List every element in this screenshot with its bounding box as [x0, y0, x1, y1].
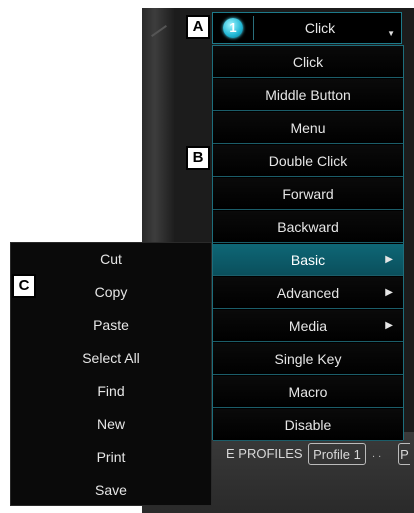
- submenu-item-paste[interactable]: Paste: [11, 309, 211, 342]
- assignment-menu: Click Middle Button Menu Double Click Fo…: [212, 45, 404, 441]
- menu-item-label: Middle Button: [265, 87, 351, 103]
- submenu-item-copy[interactable]: Copy: [11, 276, 211, 309]
- menu-item-label: Menu: [290, 120, 326, 136]
- chevron-down-icon: ▼: [387, 29, 395, 38]
- callout-badge-a: A: [186, 15, 210, 39]
- chevron-right-icon: ▶: [385, 320, 393, 331]
- menu-item-label: Single Key: [274, 351, 342, 367]
- callout-badge-b: B: [186, 146, 210, 170]
- menu-item-basic[interactable]: Basic ▶: [213, 244, 403, 276]
- button-assignment-dropdown[interactable]: 1 Click ▼: [212, 12, 402, 44]
- chevron-right-icon: ▶: [385, 287, 393, 298]
- menu-item-label: Disable: [284, 417, 332, 433]
- tab-profiles[interactable]: E PROFILES: [226, 444, 303, 464]
- submenu-item-cut[interactable]: Cut: [11, 243, 211, 276]
- menu-item-disable[interactable]: Disable: [213, 409, 403, 441]
- submenu-item-select-all[interactable]: Select All: [11, 342, 211, 375]
- callout-badge-c: C: [12, 274, 36, 298]
- tab-separator: . .: [372, 448, 382, 460]
- basic-submenu: Cut Copy Paste Select All Find New Print…: [10, 242, 212, 506]
- menu-item-forward[interactable]: Forward: [213, 178, 403, 210]
- tab-profile-next[interactable]: P: [398, 443, 410, 465]
- divider: [253, 16, 254, 40]
- menu-item-label: Click: [292, 54, 324, 70]
- menu-item-label: Forward: [282, 186, 334, 202]
- menu-item-label: Backward: [277, 219, 339, 235]
- submenu-item-new[interactable]: New: [11, 408, 211, 441]
- chevron-right-icon: ▶: [385, 254, 393, 265]
- submenu-item-print[interactable]: Print: [11, 441, 211, 474]
- button-number-icon: 1: [223, 18, 243, 38]
- menu-item-click[interactable]: Click: [213, 46, 403, 78]
- dropdown-selected-value: Click: [304, 20, 336, 36]
- menu-item-label: Macro: [288, 384, 328, 400]
- submenu-item-save[interactable]: Save: [11, 474, 211, 507]
- menu-item-middle-button[interactable]: Middle Button: [213, 79, 403, 111]
- menu-item-label: Double Click: [268, 153, 348, 169]
- menu-item-macro[interactable]: Macro: [213, 376, 403, 408]
- background-texture: [151, 25, 167, 37]
- tab-profile-1[interactable]: Profile 1: [308, 443, 366, 465]
- submenu-item-find[interactable]: Find: [11, 375, 211, 408]
- menu-item-label: Advanced: [276, 285, 340, 301]
- menu-item-advanced[interactable]: Advanced ▶: [213, 277, 403, 309]
- menu-item-label: Media: [288, 318, 328, 334]
- menu-item-backward[interactable]: Backward: [213, 211, 403, 243]
- menu-item-media[interactable]: Media ▶: [213, 310, 403, 342]
- menu-item-double-click[interactable]: Double Click: [213, 145, 403, 177]
- menu-item-label: Basic: [290, 252, 326, 268]
- menu-item-single-key[interactable]: Single Key: [213, 343, 403, 375]
- menu-item-menu[interactable]: Menu: [213, 112, 403, 144]
